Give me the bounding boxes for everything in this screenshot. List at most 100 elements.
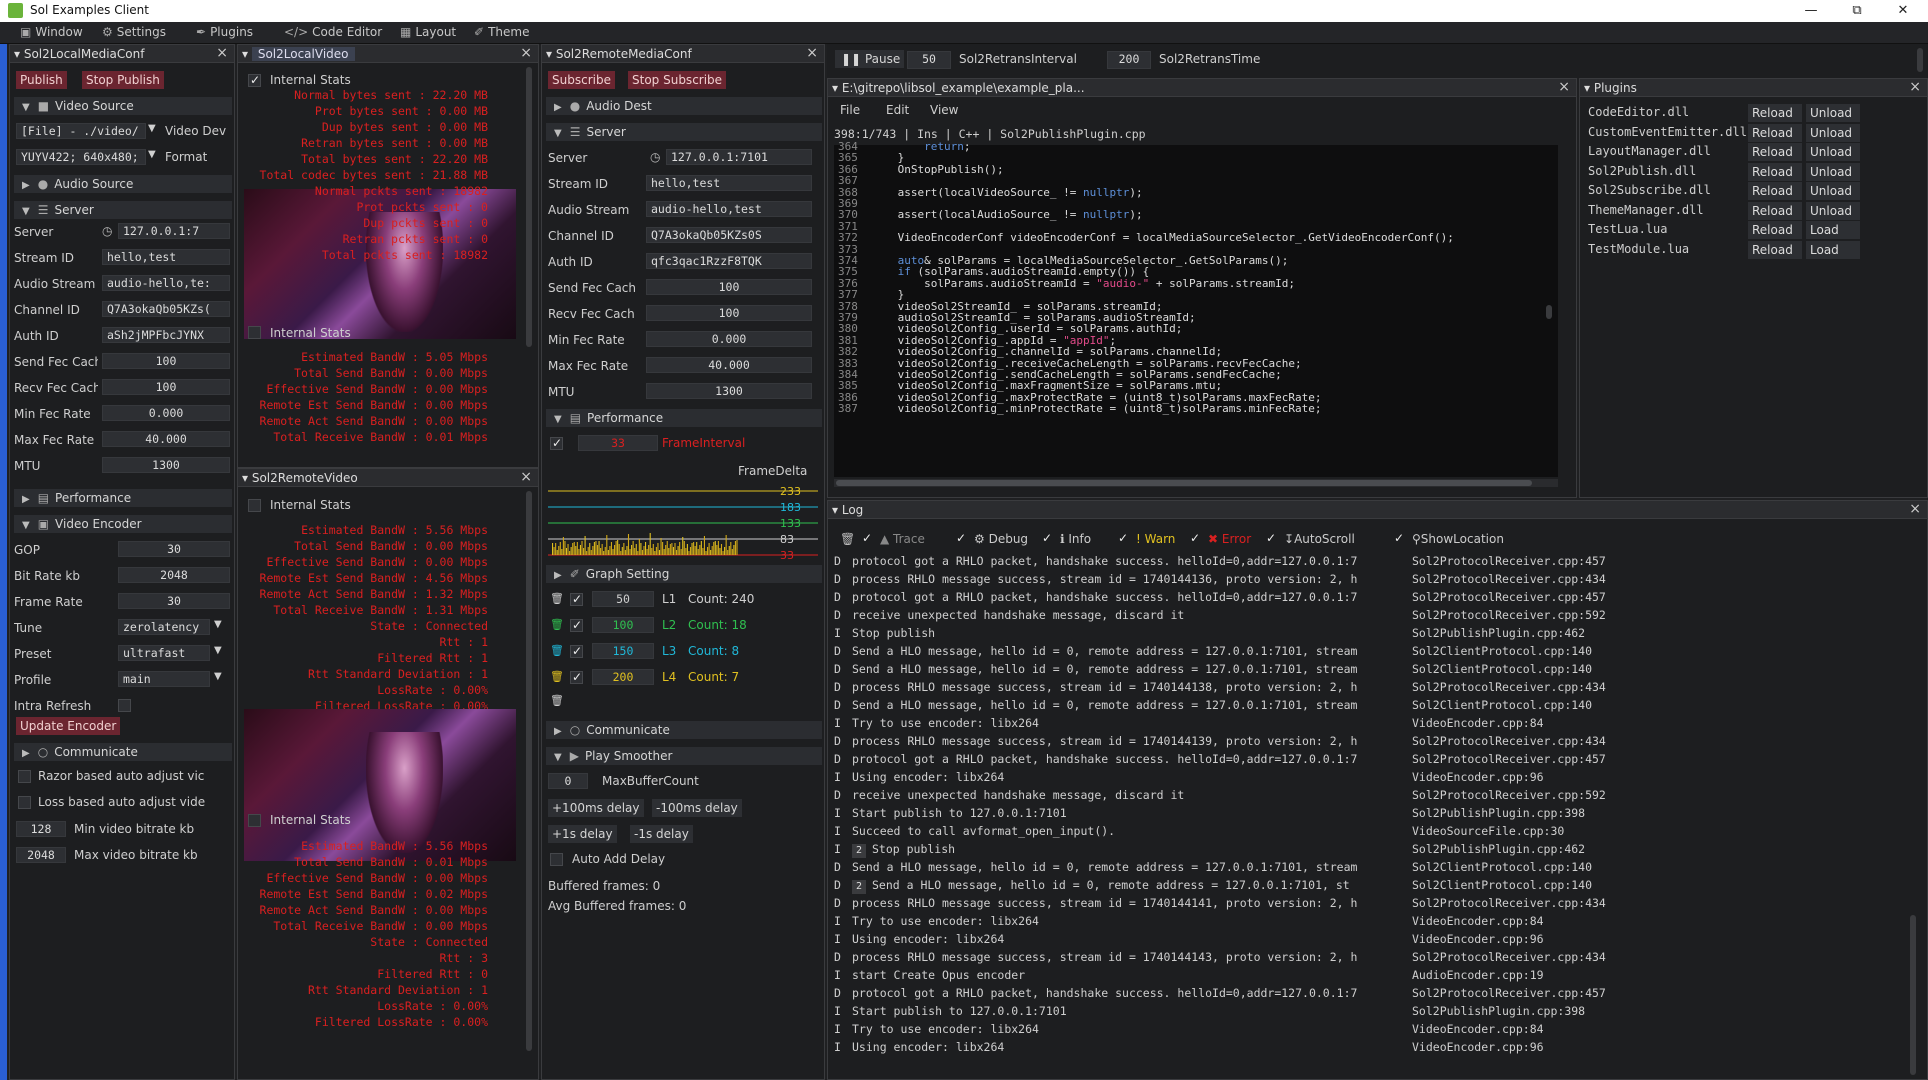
close-icon[interactable]: ×	[216, 45, 228, 61]
update-encoder-button[interactable]: Update Encoder	[16, 717, 121, 735]
log-row[interactable]: Dprotocol got a RHLO packet, handshake s…	[828, 553, 1918, 570]
debug-filter[interactable]: ⚙ Debug	[974, 532, 1028, 546]
subscribe-button[interactable]: Subscribe	[548, 71, 615, 89]
min-bitrate-input[interactable]: 128	[16, 821, 66, 837]
field-input[interactable]: 1300	[646, 383, 812, 399]
minimize-button[interactable]: —	[1788, 0, 1834, 22]
log-row[interactable]: Dreceive unexpected handshake message, d…	[828, 607, 1918, 624]
close-icon[interactable]: ×	[806, 45, 818, 61]
collapse-icon[interactable]: ▾	[832, 81, 842, 95]
field-input[interactable]: aSh2jMPFbcJYNX	[102, 327, 230, 343]
reload-button[interactable]: Reload	[1748, 182, 1802, 200]
field-input[interactable]: 40.000	[102, 431, 230, 447]
minus-1s-button[interactable]: -1s delay	[630, 825, 693, 843]
reload-button[interactable]: Reload	[1748, 221, 1802, 239]
plus-1s-button[interactable]: +1s delay	[548, 825, 617, 843]
publish-button[interactable]: Publish	[16, 71, 67, 89]
internal-stats-2-checkbox[interactable]	[248, 326, 261, 339]
unload-button[interactable]: Unload	[1806, 104, 1860, 122]
stop-publish-button[interactable]: Stop Publish	[82, 71, 164, 89]
field-input[interactable]: 100	[646, 305, 812, 321]
collapse-icon[interactable]: ▾	[14, 47, 24, 61]
dropdown-arrow-icon[interactable]: ▼	[214, 671, 222, 682]
scrollbar[interactable]	[1546, 305, 1552, 319]
log-list[interactable]: Dprotocol got a RHLO packet, handshake s…	[828, 553, 1918, 1079]
internal-stats-checkbox[interactable]	[248, 499, 261, 512]
close-icon[interactable]: ×	[520, 469, 532, 485]
encoder-input[interactable]: zerolatency	[118, 619, 210, 635]
audio-source-section[interactable]: ▶ ● Audio Source	[14, 175, 232, 193]
loss-checkbox[interactable]	[18, 796, 31, 809]
encoder-input[interactable]: ultrafast	[118, 645, 210, 661]
log-row[interactable]: D Send a HLO message, hello id = 0, remot…	[828, 643, 1918, 660]
minus-100ms-button[interactable]: -100ms delay	[652, 799, 742, 817]
field-input[interactable]: 100	[646, 279, 812, 295]
communicate-section[interactable]: ▶ ○ Communicate	[546, 721, 822, 739]
log-row[interactable]: I Using encoder: libx264 VideoEncoder.cpp:…	[828, 769, 1918, 786]
h-scrollbar[interactable]	[834, 479, 1558, 487]
close-icon[interactable]: ×	[1909, 501, 1921, 517]
frame-interval-input[interactable]: 33	[578, 435, 658, 451]
collapse-icon[interactable]: ▾	[832, 503, 842, 517]
load-button[interactable]: Load	[1806, 240, 1860, 259]
editor-menu-edit[interactable]: Edit	[886, 103, 909, 117]
showlocation-toggle[interactable]: ⚲ShowLocation	[1412, 532, 1504, 546]
level-input[interactable]: 150	[592, 643, 654, 659]
close-icon[interactable]: ×	[520, 45, 532, 61]
max-buffer-input[interactable]: 0	[548, 773, 588, 789]
level-checkbox[interactable]	[570, 670, 583, 684]
video-encoder-section[interactable]: ▼ ▣ Video Encoder	[14, 515, 232, 533]
trash-icon[interactable]: 🗑	[550, 695, 564, 707]
close-icon[interactable]: ×	[1909, 79, 1921, 95]
field-input[interactable]: 100	[102, 379, 230, 395]
unload-button[interactable]: Unload	[1806, 201, 1860, 220]
performance-section[interactable]: ▼ ▤ Performance	[546, 409, 822, 427]
reload-button[interactable]: Reload	[1748, 240, 1802, 259]
collapse-icon[interactable]: ▾	[546, 47, 556, 61]
plus-100ms-button[interactable]: +100ms delay	[548, 799, 644, 817]
warn-filter[interactable]: ! Warn	[1136, 532, 1175, 546]
menu-plugins[interactable]: ✒ Plugins	[196, 25, 253, 39]
field-input[interactable]: hello,test	[646, 175, 812, 191]
frame-interval-checkbox[interactable]	[550, 436, 563, 450]
reload-button[interactable]: Reload	[1748, 104, 1802, 122]
log-row[interactable]: Dprotocol got a RHLO packet, handshake s…	[828, 985, 1918, 1002]
editor-menu-view[interactable]: View	[930, 103, 958, 117]
log-row[interactable]: Dreceive unexpected handshake message, d…	[828, 787, 1918, 804]
log-row[interactable]: D 2 Send a HLO message, hello id = 0, remo…	[828, 877, 1918, 894]
trash-icon[interactable]: 🗑	[550, 619, 564, 631]
code-area[interactable]: 364 return; 365 } 366 OnStopPublish(); 367 …	[834, 141, 1558, 477]
log-row[interactable]: I 2 Stop publish Sol2PublishPlugin.cpp:462	[828, 841, 1918, 858]
communicate-section[interactable]: ▶ ○ Communicate	[14, 743, 232, 761]
server-input[interactable]: 127.0.0.1:7	[118, 223, 230, 239]
field-input[interactable]: 40.000	[646, 357, 812, 373]
level-input[interactable]: 200	[592, 669, 654, 685]
field-input[interactable]: audio-hello,te:	[102, 275, 230, 291]
log-row[interactable]: I Using encoder: libx264 VideoEncoder.cpp:…	[828, 1039, 1918, 1056]
menu-window[interactable]: ▣ Window	[20, 25, 83, 39]
unload-button[interactable]: Unload	[1806, 162, 1860, 181]
stop-subscribe-button[interactable]: Stop Subscribe	[628, 71, 727, 89]
dropdown-arrow-icon[interactable]: ▼	[148, 149, 156, 160]
close-button[interactable]: ✕	[1880, 0, 1926, 22]
menu-code-editor[interactable]: </> Code Editor	[284, 25, 382, 39]
close-icon[interactable]: ×	[1558, 79, 1570, 95]
field-input[interactable]: 100	[102, 353, 230, 369]
log-row[interactable]: Dprocess RHLO message success, stream id…	[828, 733, 1918, 750]
log-row[interactable]: I Try to use encoder: libx264 VideoEncoder…	[828, 715, 1918, 732]
encoder-input[interactable]: main	[118, 671, 210, 687]
dropdown-arrow-icon[interactable]: ▼	[214, 645, 222, 656]
log-row[interactable]: Dprotocol got a RHLO packet, handshake s…	[828, 751, 1918, 768]
unload-button[interactable]: Unload	[1806, 143, 1860, 161]
check-icon[interactable]: ✓	[1394, 531, 1404, 545]
server-section[interactable]: ▼ ☰ Server	[14, 201, 232, 219]
play-smoother-section[interactable]: ▼ ▶ Play Smoother	[546, 747, 822, 765]
log-row[interactable]: Dprocess RHLO message success, stream id…	[828, 571, 1918, 588]
field-input[interactable]: Q7A3okaQb05KZs0S	[646, 227, 812, 243]
performance-section[interactable]: ▶ ▤ Performance	[14, 489, 232, 507]
log-row[interactable]: I Using encoder: libx264 VideoEncoder.cpp:…	[828, 931, 1918, 948]
log-row[interactable]: D Send a HLO message, hello id = 0, remot…	[828, 859, 1918, 876]
level-checkbox[interactable]	[570, 644, 583, 658]
maximize-button[interactable]: ⧉	[1834, 0, 1880, 22]
level-checkbox[interactable]	[570, 618, 583, 632]
